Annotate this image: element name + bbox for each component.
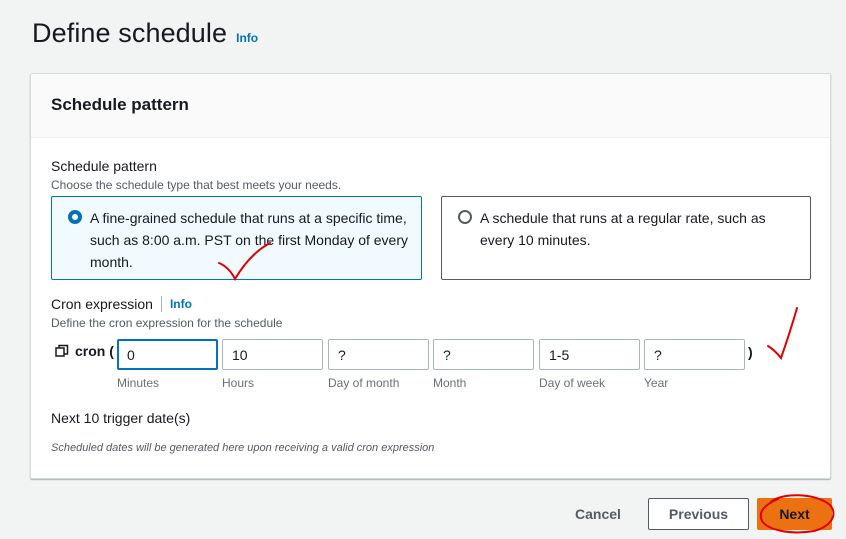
cron-hours-label: Hours [222,376,255,390]
cron-day-of-week-input[interactable] [539,339,640,370]
radio-fine-grained-schedule[interactable]: A fine-grained schedule that runs at a s… [51,196,422,280]
cron-expression-description: Define the cron expression for the sched… [51,316,283,330]
cron-day-of-month-input[interactable] [328,339,429,370]
page-info-link[interactable]: Info [236,31,258,45]
label-divider [160,296,162,312]
cron-minutes-input[interactable] [117,339,218,370]
trigger-dates-note: Scheduled dates will be generated here u… [51,442,435,454]
cancel-button[interactable]: Cancel [560,498,636,530]
cron-info-link[interactable]: Info [170,297,192,311]
radio-option-label: A schedule that runs at a regular rate, … [480,210,766,248]
copy-icon[interactable] [55,344,69,358]
cron-day-of-month-label: Day of month [328,376,400,390]
page-header: Define schedule Info [32,18,258,49]
schedule-pattern-label: Schedule pattern [51,158,157,174]
cron-expression-label: Cron expression [51,296,153,312]
trigger-dates-title: Next 10 trigger date(s) [51,410,191,426]
cron-month-label: Month [433,376,467,390]
radio-option-label: A fine-grained schedule that runs at a s… [90,210,409,270]
schedule-pattern-panel: Schedule pattern Schedule pattern Choose… [30,73,831,479]
radio-rate-schedule[interactable]: A schedule that runs at a regular rate, … [441,196,811,280]
previous-button[interactable]: Previous [648,498,749,530]
radio-selected-icon[interactable] [68,210,82,224]
panel-title: Schedule pattern [51,95,189,114]
cron-expression-row: cron ( ) [55,339,815,370]
cron-day-of-week-label: Day of week [539,376,606,390]
page-title: Define schedule [32,18,228,48]
next-button[interactable]: Next [757,498,832,530]
schedule-pattern-description: Choose the schedule type that best meets… [51,178,342,192]
cron-expression-label-row: Cron expression Info [51,296,192,312]
cron-minutes-label: Minutes [117,376,160,390]
cron-month-input[interactable] [433,339,534,370]
radio-unselected-icon[interactable] [458,210,472,224]
cron-year-label: Year [644,376,669,390]
panel-header: Schedule pattern [31,74,830,138]
cron-hours-input[interactable] [222,339,323,370]
cron-prefix: cron ( [75,343,114,359]
cron-suffix: ) [748,344,753,360]
cron-year-input[interactable] [644,339,745,370]
